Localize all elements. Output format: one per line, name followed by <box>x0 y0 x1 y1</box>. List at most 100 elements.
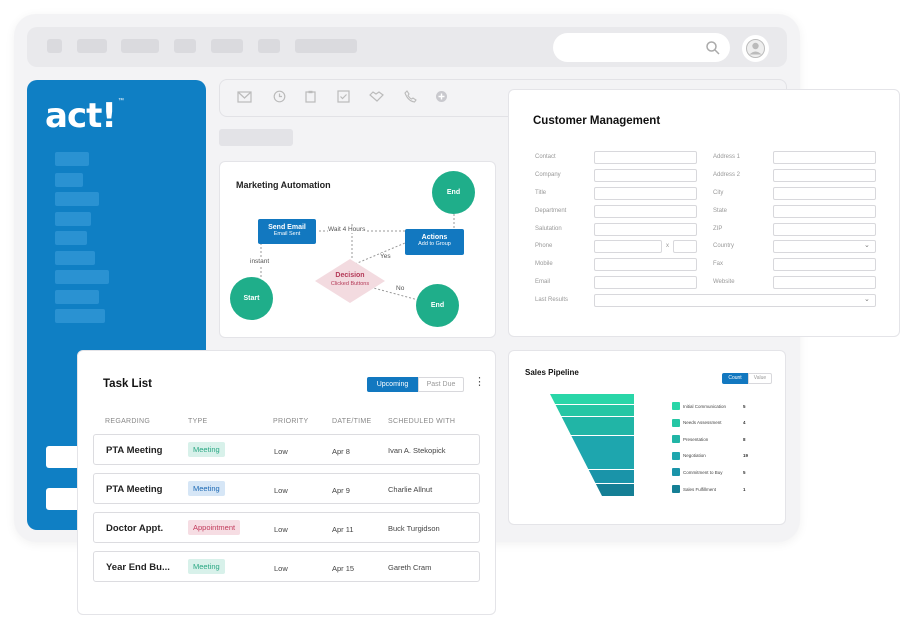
mobile-field[interactable] <box>594 258 697 271</box>
nav-placeholder[interactable] <box>258 39 280 53</box>
date-cell: Apr 11 <box>332 525 354 534</box>
field-label: Address 1 <box>713 154 741 160</box>
sidebar-item[interactable] <box>55 192 99 206</box>
clock-icon[interactable] <box>273 90 286 103</box>
nav-placeholder[interactable] <box>77 39 107 53</box>
sidebar-item[interactable] <box>55 309 105 323</box>
funnel-stage[interactable] <box>595 484 634 496</box>
legend-label: Initial Communication <box>683 403 727 409</box>
field-label: Company <box>535 172 561 178</box>
city-field[interactable] <box>773 187 876 200</box>
field-label: Contact <box>535 154 556 160</box>
chevron-down-icon[interactable]: ⌄ <box>864 241 870 249</box>
nav-placeholder[interactable] <box>174 39 196 53</box>
address-1-field[interactable] <box>773 151 876 164</box>
table-row[interactable]: Year End Bu... Meeting Low Apr 15 Gareth Cra… <box>93 551 480 582</box>
checkbox-icon[interactable] <box>337 90 350 103</box>
country-field[interactable] <box>773 240 876 253</box>
fax-field[interactable] <box>773 258 876 271</box>
date-cell: Apr 9 <box>332 486 350 495</box>
sidebar-item[interactable] <box>55 212 91 226</box>
column-header-type: TYPE <box>188 418 208 425</box>
phone-ext-field[interactable] <box>673 240 697 253</box>
search-input[interactable] <box>553 33 730 62</box>
send-email-title: Send Email <box>268 224 306 231</box>
field-label: Phone <box>535 243 553 249</box>
search-icon[interactable] <box>705 40 721 56</box>
legend-count: 1 <box>743 486 746 492</box>
table-row[interactable]: PTA Meeting Meeting Low Apr 8 Ivan A. Stekop… <box>93 434 480 465</box>
field-label: ZIP <box>713 226 723 232</box>
clipboard-icon[interactable] <box>305 90 316 103</box>
no-label: No <box>396 285 405 292</box>
sidebar-item[interactable] <box>55 231 87 245</box>
title-field[interactable] <box>594 187 697 200</box>
priority-cell: Low <box>274 486 288 495</box>
plus-circle-icon[interactable] <box>435 90 448 103</box>
section-placeholder <box>219 129 293 146</box>
sidebar-item[interactable] <box>55 173 83 187</box>
legend-count: 5 <box>743 469 746 475</box>
scheduled-with-cell: Gareth Cram <box>388 563 432 572</box>
nav-placeholder[interactable] <box>47 39 62 53</box>
nav-placeholder[interactable] <box>121 39 159 53</box>
funnel-stage[interactable] <box>588 470 634 483</box>
mail-icon[interactable] <box>237 91 252 103</box>
field-label: Country <box>713 243 735 249</box>
address-2-field[interactable] <box>773 169 876 182</box>
table-row[interactable]: PTA Meeting Meeting Low Apr 9 Charlie Allnut <box>93 473 480 504</box>
funnel-stage[interactable] <box>550 394 634 404</box>
website-field[interactable] <box>773 276 876 289</box>
field-label: Last Results <box>535 297 569 303</box>
toggle-value[interactable]: Value <box>748 373 772 384</box>
legend-label: Sales Fulfillment <box>683 486 717 492</box>
company-field[interactable] <box>594 169 697 182</box>
sidebar-item[interactable] <box>55 251 95 265</box>
end-node-top[interactable]: End <box>432 171 475 214</box>
department-field[interactable] <box>594 205 697 218</box>
column-header-scheduled-with: SCHEDULED WITH <box>388 418 456 425</box>
field-label: Fax <box>713 261 724 267</box>
regarding-cell: PTA Meeting <box>106 484 163 495</box>
legend-swatch <box>672 451 680 460</box>
avatar[interactable] <box>742 35 769 62</box>
sidebar-item[interactable] <box>55 290 99 304</box>
zip-field[interactable] <box>773 223 876 236</box>
type-badge: Meeting <box>188 481 225 496</box>
funnel-stage[interactable] <box>561 417 634 435</box>
decision-subtitle: Clicked Buttons <box>330 281 370 287</box>
actions-node[interactable]: Actions Add to Group <box>405 229 464 255</box>
phone-ext-label: x <box>666 243 669 249</box>
nav-placeholder[interactable] <box>211 39 243 53</box>
sidebar-item[interactable] <box>55 270 109 284</box>
field-label: Salutation <box>535 226 562 232</box>
handshake-icon[interactable] <box>369 90 384 103</box>
state-field[interactable] <box>773 205 876 218</box>
phone-icon[interactable] <box>404 90 417 103</box>
contact-field[interactable] <box>594 151 697 164</box>
act-logo: act! <box>45 96 117 136</box>
more-options-icon[interactable]: ⋮ <box>474 377 485 388</box>
tab-upcoming[interactable]: Upcoming <box>367 377 418 392</box>
salutation-field[interactable] <box>594 223 697 236</box>
tab-past-due[interactable]: Past Due <box>418 377 464 392</box>
toggle-count[interactable]: Count <box>722 373 748 384</box>
chevron-down-icon[interactable]: ⌄ <box>864 295 870 303</box>
start-node[interactable]: Start <box>230 277 273 320</box>
funnel-stage[interactable] <box>555 405 634 416</box>
send-email-subtitle: Email Sent <box>273 231 301 237</box>
sidebar-item[interactable] <box>55 152 89 166</box>
instant-label: instant <box>250 258 270 265</box>
last-results-field[interactable] <box>594 294 876 307</box>
scheduled-with-cell: Buck Turgidson <box>388 524 440 533</box>
date-cell: Apr 15 <box>332 564 355 573</box>
end-node-bottom[interactable]: End <box>416 284 459 327</box>
email-field[interactable] <box>594 276 697 289</box>
nav-placeholder[interactable] <box>295 39 357 53</box>
table-row[interactable]: Doctor Appt. Appointment Low Apr 11 Buck Tur… <box>93 512 480 543</box>
send-email-node[interactable]: Send Email Email Sent <box>258 219 316 244</box>
legend-swatch <box>672 402 680 410</box>
funnel-stage[interactable] <box>571 436 634 469</box>
legend-count: 8 <box>743 436 746 442</box>
phone-field[interactable] <box>594 240 662 253</box>
